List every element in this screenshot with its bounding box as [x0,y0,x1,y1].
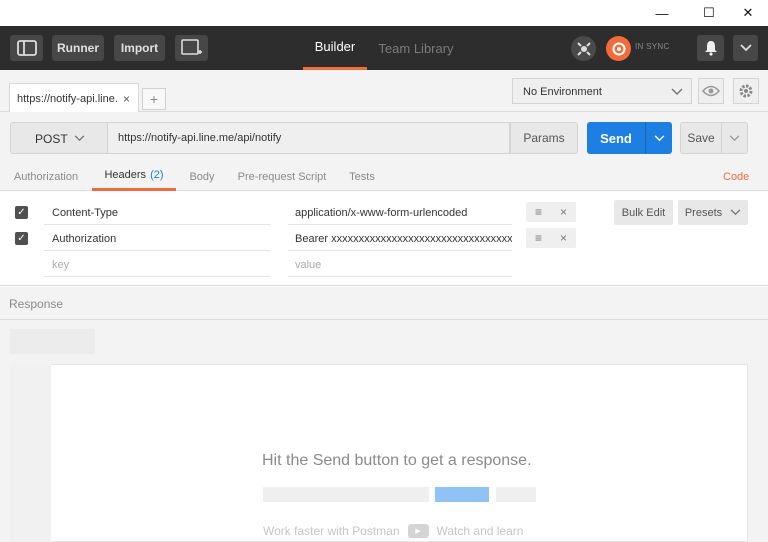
presets-label: Presets [684,206,723,219]
remove-row-icon[interactable]: × [560,205,567,219]
tab-body[interactable]: Body [184,162,220,191]
placeholder-bar [263,487,429,502]
generate-code-link[interactable]: Code [723,171,749,183]
chevron-down-icon [730,209,741,216]
maximize-button[interactable]: ☐ [694,0,724,26]
request-tab[interactable]: https://notify-api.line. × [9,83,139,113]
tab-headers[interactable]: Headers (2) [92,162,176,191]
gear-icon [739,84,753,98]
sidebar-toggle-button[interactable] [10,35,43,61]
maximize-icon: ☐ [703,5,715,20]
placeholder-bar-accent [435,487,489,502]
chevron-down-icon [739,44,752,52]
sync-status-text: IN SYNC [635,42,670,51]
tab-headers-label: Headers [104,169,147,181]
tab-authorization[interactable]: Authorization [8,162,84,191]
method-select[interactable]: POST [10,122,108,154]
chevron-down-icon [729,134,740,141]
satellite-icon [576,41,591,56]
video-play-icon[interactable]: ▶ [407,524,429,538]
promo-text: Work faster with Postman [263,524,400,538]
sync-status-button[interactable] [606,36,631,61]
app-header: Runner Import Builder Team Library IN SY… [0,26,768,70]
close-window-button[interactable]: ✕ [733,0,763,26]
plus-icon: + [149,91,159,107]
close-icon: ✕ [742,5,754,20]
chevron-down-icon [654,134,664,141]
runner-button[interactable]: Runner [52,35,104,61]
method-value: POST [35,132,68,146]
tab-tests[interactable]: Tests [343,162,381,191]
close-tab-icon[interactable]: × [123,92,130,106]
remove-row-icon[interactable]: × [560,231,567,245]
line-number-gutter [10,364,51,542]
row-actions: ≡ × [526,202,576,222]
manage-environments-button[interactable] [733,78,759,104]
headers-count-badge: (2) [150,169,164,181]
bulk-edit-button[interactable]: Bulk Edit [614,200,673,225]
environment-selected-value: No Environment [523,86,602,98]
send-button[interactable]: Send [587,122,645,154]
response-tab-placeholder [10,329,95,354]
save-options-dropdown[interactable] [722,122,748,154]
new-window-icon [180,39,202,55]
chevron-down-icon [74,135,85,142]
interceptor-button[interactable] [571,36,596,61]
header-value-field[interactable]: application/x-www-form-urlencoded [288,200,512,225]
tab-builder[interactable]: Builder [303,26,367,70]
header-enabled-checkbox[interactable]: ✓ [15,206,28,219]
chevron-down-icon [671,88,683,96]
watch-and-learn-link[interactable]: Watch and learn [437,524,524,538]
request-sub-tabs: Authorization Headers (2) Body Pre-reques… [0,162,768,191]
table-row: ✓ Authorization Bearer xxxxxxxxxxxxxxxxx… [0,226,768,252]
save-button[interactable]: Save [680,122,722,154]
new-header-value-input[interactable]: value [288,252,512,277]
sidebar-icon [16,40,37,56]
send-options-dropdown[interactable] [645,122,672,154]
placeholder-bar [496,487,536,502]
eye-icon [702,85,720,97]
header-value-field[interactable]: Bearer xxxxxxxxxxxxxxxxxxxxxxxxxxxxxxxxx… [288,226,512,251]
minimize-button[interactable]: — [647,0,677,26]
import-button[interactable]: Import [114,35,165,61]
drag-handle-icon[interactable]: ≡ [535,205,542,219]
account-dropdown-button[interactable] [733,35,758,61]
response-title: Response [9,297,64,311]
tab-team-library[interactable]: Team Library [375,26,457,70]
header-key-field[interactable]: Authorization [44,226,270,251]
presets-dropdown[interactable]: Presets [678,200,748,225]
window-title-bar: — ☐ ✕ [0,0,768,26]
empty-response-hint: Hit the Send button to get a response. [262,452,532,469]
learn-promo: Work faster with Postman ▶ Watch and lea… [263,524,523,538]
minimize-icon: — [655,5,669,21]
sync-icon [612,42,625,55]
header-key-field[interactable]: Content-Type [44,200,270,225]
divider [0,319,768,320]
bell-icon [704,41,717,56]
request-tab-label: https://notify-api.line. [17,93,118,105]
add-tab-button[interactable]: + [142,88,166,110]
new-header-key-input[interactable]: key [44,252,270,277]
tab-pre-request-script[interactable]: Pre-request Script [234,162,330,191]
environment-quick-look-button[interactable] [698,78,724,104]
url-input[interactable]: https://notify-api.line.me/api/notify [108,122,510,154]
header-enabled-checkbox[interactable]: ✓ [15,232,28,245]
notifications-button[interactable] [697,35,724,61]
table-row: key value [0,252,768,278]
drag-handle-icon[interactable]: ≡ [535,231,542,245]
params-button[interactable]: Params [510,122,578,154]
new-window-button[interactable] [175,35,208,61]
row-actions: ≡ × [526,228,576,248]
environment-select[interactable]: No Environment [512,78,692,104]
